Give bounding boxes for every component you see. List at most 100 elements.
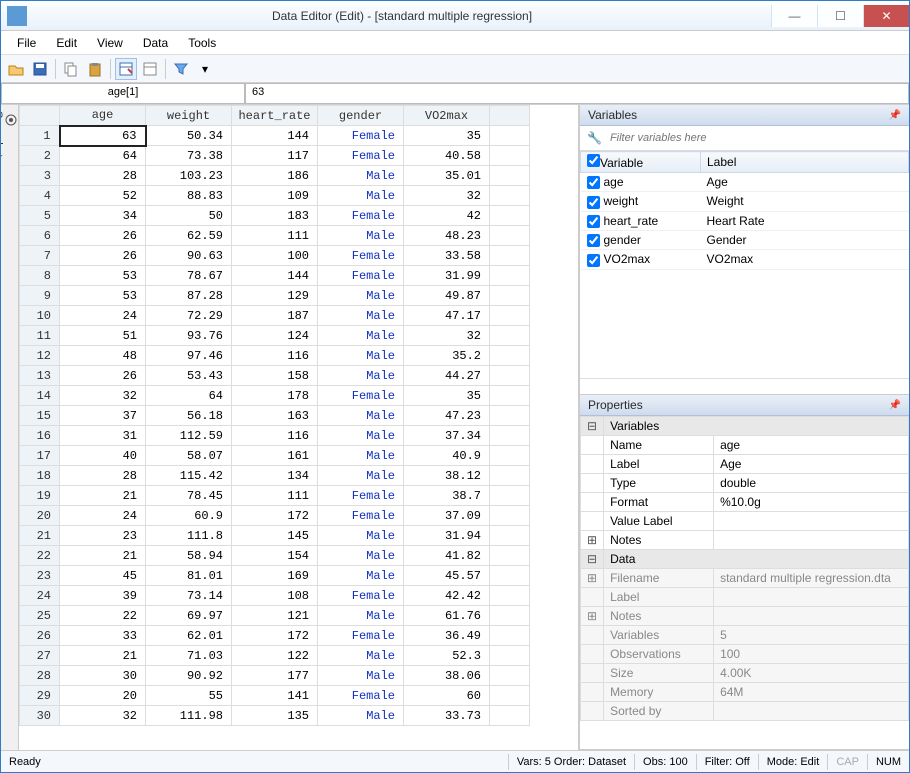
cell[interactable]: 145 (232, 526, 318, 546)
cell[interactable]: 60 (404, 686, 490, 706)
cell[interactable]: 21 (60, 646, 146, 666)
row-header[interactable]: 8 (20, 266, 60, 286)
cell[interactable]: 32 (404, 186, 490, 206)
cell[interactable]: 71.03 (146, 646, 232, 666)
menu-tools[interactable]: Tools (178, 33, 226, 53)
cell[interactable]: Male (318, 406, 404, 426)
table-row[interactable]: 192178.45111Female38.7 (20, 486, 530, 506)
table-row[interactable]: 272171.03122Male52.3 (20, 646, 530, 666)
table-row[interactable]: 143264178Female35 (20, 386, 530, 406)
cell[interactable]: 24 (60, 306, 146, 326)
corner-cell[interactable] (20, 106, 60, 126)
snapshots-tab[interactable]: Snapshots (1, 105, 19, 750)
row-header[interactable]: 9 (20, 286, 60, 306)
row-header[interactable]: 25 (20, 606, 60, 626)
data-table[interactable]: ageweightheart_rategenderVO2max16350.341… (19, 105, 530, 726)
cell[interactable]: 111.98 (146, 706, 232, 726)
cell[interactable]: 81.01 (146, 566, 232, 586)
cell[interactable]: 32 (404, 326, 490, 346)
table-row[interactable]: 62662.59111Male48.23 (20, 226, 530, 246)
cell[interactable]: 32 (60, 706, 146, 726)
cell[interactable]: 53 (60, 286, 146, 306)
row-header[interactable]: 24 (20, 586, 60, 606)
cell[interactable]: 42 (404, 206, 490, 226)
cell[interactable]: 23 (60, 526, 146, 546)
status-vars-order[interactable]: Vars: 5 Order: Dataset (508, 754, 634, 770)
cell[interactable]: 31.99 (404, 266, 490, 286)
copy-icon[interactable] (60, 58, 82, 80)
cell[interactable]: Female (318, 266, 404, 286)
cell[interactable]: 52 (60, 186, 146, 206)
cell[interactable]: Male (318, 306, 404, 326)
cell[interactable]: 78.67 (146, 266, 232, 286)
cell[interactable]: 28 (60, 166, 146, 186)
table-row[interactable]: 174058.07161Male40.9 (20, 446, 530, 466)
cell[interactable]: 53 (60, 266, 146, 286)
cell[interactable]: Male (318, 226, 404, 246)
cell[interactable]: 31 (60, 426, 146, 446)
pin-icon[interactable]: 📌 (889, 110, 901, 121)
cell[interactable]: Male (318, 606, 404, 626)
pin-icon[interactable]: 📌 (889, 400, 901, 411)
cell[interactable]: 129 (232, 286, 318, 306)
table-row[interactable]: 3032111.98135Male33.73 (20, 706, 530, 726)
cell[interactable]: 48.23 (404, 226, 490, 246)
cell[interactable]: 44.27 (404, 366, 490, 386)
cell[interactable]: 38.7 (404, 486, 490, 506)
cell[interactable]: Female (318, 626, 404, 646)
row-header[interactable]: 11 (20, 326, 60, 346)
cell[interactable]: 40 (60, 446, 146, 466)
cell[interactable]: 21 (60, 546, 146, 566)
row-header[interactable]: 27 (20, 646, 60, 666)
cell[interactable]: 135 (232, 706, 318, 726)
cell[interactable]: 26 (60, 226, 146, 246)
row-header[interactable]: 17 (20, 446, 60, 466)
cell[interactable]: 141 (232, 686, 318, 706)
variables-hscroll[interactable] (580, 378, 909, 394)
cell[interactable]: 26 (60, 366, 146, 386)
cell[interactable]: 64 (60, 146, 146, 166)
cell[interactable]: 36.49 (404, 626, 490, 646)
maximize-button[interactable]: ☐ (817, 5, 863, 27)
col-header-heart_rate[interactable]: heart_rate (232, 106, 318, 126)
cell[interactable]: 183 (232, 206, 318, 226)
table-row[interactable]: 283090.92177Male38.06 (20, 666, 530, 686)
table-row[interactable]: 95387.28129Male49.87 (20, 286, 530, 306)
cell[interactable]: 134 (232, 466, 318, 486)
cell[interactable]: 72.29 (146, 306, 232, 326)
cell[interactable]: Male (318, 286, 404, 306)
cell[interactable]: 50.34 (146, 126, 232, 146)
cell[interactable]: Male (318, 366, 404, 386)
cell[interactable]: 38.06 (404, 666, 490, 686)
table-row[interactable]: 202460.9172Female37.09 (20, 506, 530, 526)
cell[interactable]: 63 (60, 126, 146, 146)
cell[interactable]: 39 (60, 586, 146, 606)
cell[interactable]: Female (318, 246, 404, 266)
cell[interactable]: Male (318, 546, 404, 566)
cell[interactable]: 69.97 (146, 606, 232, 626)
table-row[interactable]: 292055141Female60 (20, 686, 530, 706)
row-header[interactable]: 15 (20, 406, 60, 426)
cell[interactable]: Female (318, 126, 404, 146)
cell[interactable]: 122 (232, 646, 318, 666)
cell[interactable]: 33.73 (404, 706, 490, 726)
cell[interactable]: 41.82 (404, 546, 490, 566)
table-row[interactable]: 102472.29187Male47.17 (20, 306, 530, 326)
cell[interactable]: 40.58 (404, 146, 490, 166)
cell[interactable]: 33 (60, 626, 146, 646)
cell[interactable]: 186 (232, 166, 318, 186)
expand-icon[interactable]: ⊞ (581, 607, 604, 626)
cell[interactable]: 62.59 (146, 226, 232, 246)
cell[interactable]: 97.46 (146, 346, 232, 366)
cell[interactable]: 116 (232, 426, 318, 446)
cell[interactable]: 48 (60, 346, 146, 366)
menu-data[interactable]: Data (133, 33, 178, 53)
status-obs[interactable]: Obs: 100 (634, 754, 696, 770)
row-header[interactable]: 2 (20, 146, 60, 166)
row-header[interactable]: 22 (20, 546, 60, 566)
cell[interactable]: 177 (232, 666, 318, 686)
cell[interactable]: 93.76 (146, 326, 232, 346)
row-header[interactable]: 12 (20, 346, 60, 366)
table-row[interactable]: 153756.18163Male47.23 (20, 406, 530, 426)
cell[interactable]: 20 (60, 686, 146, 706)
